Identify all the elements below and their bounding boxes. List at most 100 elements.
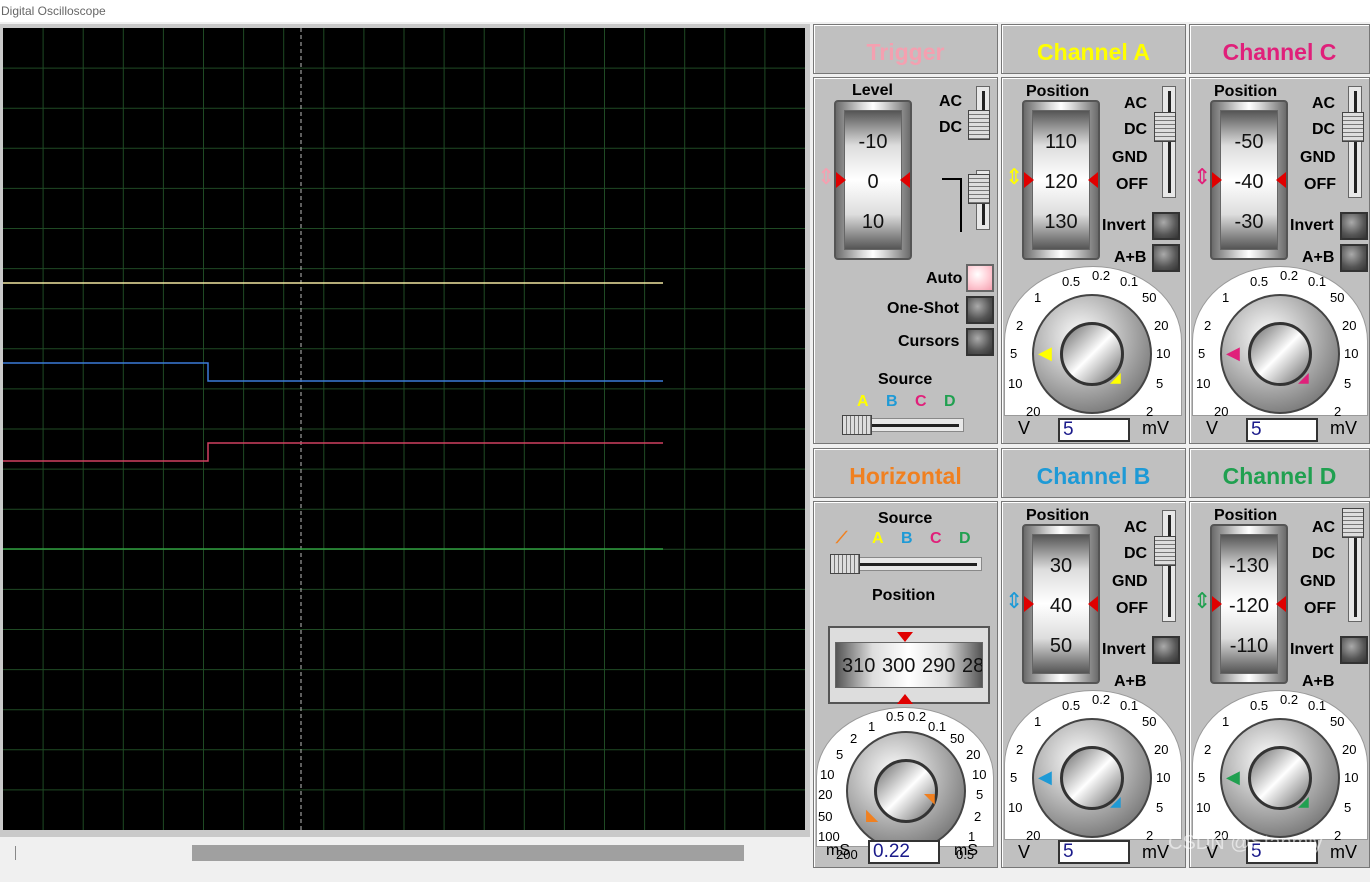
trigger-panel: Level -10 0 10 ⇕ AC DC Auto One-Shot Cur… [813, 77, 998, 444]
edge-slider-thumb[interactable] [968, 174, 990, 204]
source-label: Source [878, 371, 933, 388]
drum-value: 310 [842, 655, 876, 677]
channel-a-volts-dial[interactable]: 0.5 0.2 0.1 50 20 10 5 2 20 10 5 2 1 ◀ ◢ [1004, 266, 1184, 441]
one-shot-label: One-Shot [887, 300, 959, 317]
invert-label: Invert [1102, 641, 1146, 658]
dc-label: DC [939, 119, 963, 136]
channel-b-invert-button[interactable] [1152, 636, 1180, 664]
watermark-text: CSDN @Stanmiy [1168, 832, 1323, 854]
coupling-slider-thumb[interactable] [1154, 112, 1176, 142]
dial-pointer-icon: ◀ [1038, 767, 1052, 787]
drum-value: 30 [1049, 555, 1073, 577]
coupling-slider-thumb[interactable] [968, 110, 990, 140]
dial-pointer-icon: ◀ [1226, 343, 1240, 363]
scroll-marker [15, 846, 16, 860]
source-slider-thumb[interactable] [830, 554, 860, 574]
dial-pointer-icon: ◣ [866, 807, 879, 824]
channel-a-title: Channel A [1037, 39, 1150, 65]
auto-label: Auto [926, 270, 963, 287]
off-label: OFF [1116, 600, 1148, 617]
invert-label: Invert [1290, 217, 1334, 234]
channel-c-volts-dial[interactable]: 0.5 0.2 0.1 50 20 10 5 2 20 10 5 2 1 ◀ ◢ [1192, 266, 1370, 441]
drum-value: 0 [867, 171, 879, 193]
one-shot-button[interactable] [966, 296, 994, 324]
ac-label: AC [939, 93, 963, 110]
coupling-slider-thumb[interactable] [1342, 112, 1364, 142]
dial-pointer-icon: ◢ [1110, 369, 1121, 385]
control-panel: Trigger Level -10 0 10 ⇕ AC DC Auto One-… [810, 22, 1370, 868]
dial-pointer-icon: ◀ [1038, 343, 1052, 363]
ac-label: AC [1312, 95, 1336, 112]
channel-b-volts-dial[interactable]: 0.5 0.2 0.1 50 20 10 5 2 20 10 5 2 1 ◀ ◢ [1004, 690, 1184, 865]
channel-a-coupling-slider[interactable] [1162, 86, 1176, 198]
horizontal-header: Horizontal [813, 448, 998, 498]
position-marker-right-icon [1088, 172, 1098, 188]
ac-label: AC [1124, 519, 1148, 536]
level-marker-left-icon [836, 172, 846, 188]
ac-label: AC [1124, 95, 1148, 112]
source-d-label: D [944, 393, 956, 410]
coupling-slider-thumb[interactable] [1154, 536, 1176, 566]
source-b-label: B [886, 393, 898, 410]
source-a-label: A [872, 530, 884, 547]
channel-a-value-field[interactable]: 5 [1058, 418, 1130, 442]
position-marker-right-icon [1276, 596, 1286, 612]
dc-label: DC [1124, 121, 1148, 138]
drum-value: -40 [1234, 171, 1264, 193]
channel-c-panel: Position -50 -40 -30 ⇕ AC DC GND OFF Inv… [1189, 77, 1370, 444]
trigger-header: Trigger [813, 24, 998, 74]
window-title: Digital Oscilloscope [0, 0, 1370, 22]
scrollbar-thumb[interactable] [192, 845, 744, 861]
source-label: Source [878, 510, 933, 527]
unit-left: V [1018, 842, 1031, 862]
channel-d-invert-button[interactable] [1340, 636, 1368, 664]
position-marker-left-icon [1212, 596, 1222, 612]
channel-c-value-field[interactable]: 5 [1246, 418, 1318, 442]
rising-edge-icon [942, 178, 962, 232]
position-marker-top-icon [897, 632, 913, 642]
auto-button[interactable] [966, 264, 994, 292]
unit-left: mS [826, 842, 850, 859]
channel-c-coupling-slider[interactable] [1348, 86, 1362, 198]
level-label: Level [852, 82, 893, 99]
position-label: Position [1026, 507, 1090, 524]
unit-right: mV [1330, 418, 1357, 438]
channel-a-panel: Position 110 120 130 ⇕ AC DC GND OFF Inv… [1001, 77, 1186, 444]
position-label: Position [1214, 507, 1278, 524]
source-b-label: B [901, 530, 913, 547]
horizontal-value-field[interactable]: 0.22 [868, 840, 940, 864]
gnd-label: GND [1112, 573, 1148, 590]
channel-b-title: Channel B [1036, 463, 1151, 489]
channel-b-coupling-slider[interactable] [1162, 510, 1176, 622]
cursors-label: Cursors [898, 333, 960, 350]
source-slider-thumb[interactable] [842, 415, 872, 435]
ac-label: AC [1312, 519, 1336, 536]
dc-label: DC [1312, 545, 1336, 562]
position-label: Position [872, 587, 936, 604]
aplusb-label: A+B [1114, 249, 1147, 266]
drum-value: 50 [1049, 635, 1073, 657]
channel-c-title: Channel C [1222, 39, 1337, 65]
horizontal-panel: Source ⟋ A B C D Position 310 300 290 28… [813, 501, 998, 868]
horizontal-title: Horizontal [849, 463, 962, 489]
off-label: OFF [1116, 176, 1148, 193]
ramp-icon: ⟋ [836, 530, 848, 547]
invert-label: Invert [1290, 641, 1334, 658]
drum-value: -110 [1229, 635, 1269, 657]
drum-value: 40 [1049, 595, 1073, 617]
drum-value: 110 [1045, 131, 1077, 153]
channel-a-invert-button[interactable] [1152, 212, 1180, 240]
updown-arrow-icon: ⇕ [1193, 164, 1212, 189]
drum-value: 10 [861, 211, 885, 233]
channel-c-invert-button[interactable] [1340, 212, 1368, 240]
cursors-button[interactable] [966, 328, 994, 356]
updown-arrow-icon: ⇕ [1005, 164, 1024, 189]
dc-label: DC [1124, 545, 1148, 562]
channel-b-value-field[interactable]: 5 [1058, 840, 1130, 864]
drum-value: -130 [1228, 555, 1270, 577]
scope-traces [3, 28, 805, 830]
position-marker-right-icon [1088, 596, 1098, 612]
position-marker-bottom-icon [897, 694, 913, 704]
coupling-slider-thumb[interactable] [1342, 508, 1364, 538]
level-marker-right-icon [900, 172, 910, 188]
